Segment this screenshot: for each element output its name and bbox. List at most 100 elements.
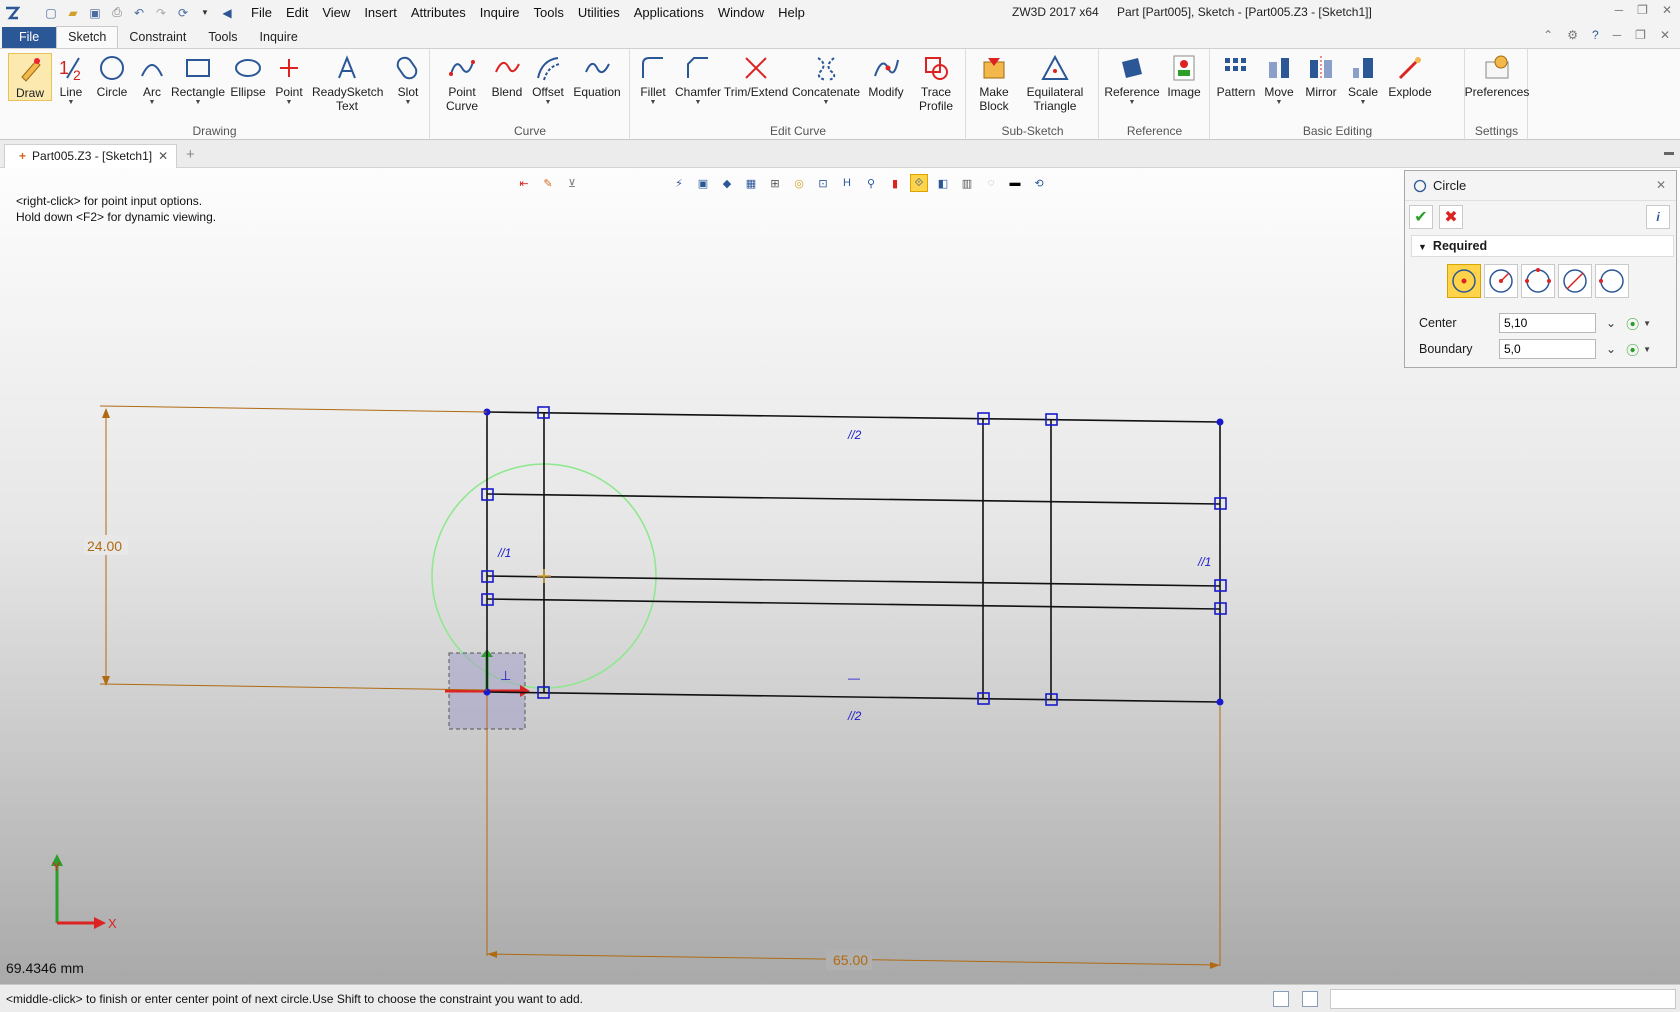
quick-access-dropdown-icon[interactable]: ▼ xyxy=(196,4,214,22)
offset-dropdown-icon[interactable]: ▼ xyxy=(545,99,552,107)
status-toggle-icon[interactable] xyxy=(1273,991,1289,1007)
reference-button[interactable]: Reference ▼ xyxy=(1104,53,1160,107)
menu-help[interactable]: Help xyxy=(771,0,812,25)
new-tab-icon[interactable]: + xyxy=(186,146,195,163)
circle-button[interactable]: Circle xyxy=(94,53,130,99)
concatenate-button[interactable]: Concatenate ▼ xyxy=(791,53,861,107)
help-icon[interactable]: ? xyxy=(1592,28,1599,42)
restore-icon[interactable]: ❐ xyxy=(1637,3,1648,17)
fillet-button[interactable]: Fillet ▼ xyxy=(635,53,671,107)
menu-applications[interactable]: Applications xyxy=(627,0,711,25)
move-button[interactable]: Move ▼ xyxy=(1261,53,1297,107)
center-dropdown-icon[interactable]: ▼ xyxy=(1643,319,1651,328)
center-point-method-icon[interactable] xyxy=(1484,264,1518,298)
scale-dropdown-icon[interactable]: ▼ xyxy=(1360,99,1367,107)
close-tab-icon[interactable]: ✕ xyxy=(158,149,168,168)
center-expand-icon[interactable]: ⌄ xyxy=(1606,316,1616,330)
move-dropdown-icon[interactable]: ▼ xyxy=(1276,99,1283,107)
equilateral-triangle-button[interactable]: Equilateral Triangle xyxy=(1025,53,1085,113)
info-button[interactable]: i xyxy=(1646,205,1670,229)
back-arrow-icon[interactable]: ◀ xyxy=(218,4,236,22)
blend-button[interactable]: Blend xyxy=(489,53,525,99)
settings-gear-icon[interactable]: ⚙ xyxy=(1567,28,1578,42)
chamfer-dropdown-icon[interactable]: ▼ xyxy=(695,99,702,107)
arc-dropdown-icon[interactable]: ▼ xyxy=(149,99,156,107)
doc-minimize-icon[interactable]: ─ xyxy=(1613,28,1622,42)
redo-icon[interactable]: ↷ xyxy=(152,4,170,22)
pattern-button[interactable]: Pattern xyxy=(1215,53,1257,99)
close-icon[interactable]: ✕ xyxy=(1662,3,1672,17)
tab-sketch[interactable]: Sketch xyxy=(56,26,119,48)
point-curve-button[interactable]: Point Curve xyxy=(441,53,483,113)
tab-inquire[interactable]: Inquire xyxy=(249,27,309,48)
reference-dropdown-icon[interactable]: ▼ xyxy=(1129,99,1136,107)
slot-dropdown-icon[interactable]: ▼ xyxy=(405,99,412,107)
make-block-button[interactable]: Make Block xyxy=(973,53,1015,113)
status-list-icon[interactable] xyxy=(1302,991,1318,1007)
mirror-button[interactable]: Mirror xyxy=(1301,53,1341,99)
ellipse-button[interactable]: Ellipse xyxy=(228,53,268,99)
rectangle-dropdown-icon[interactable]: ▼ xyxy=(195,99,202,107)
ok-button[interactable]: ✔ xyxy=(1409,205,1433,229)
modify-button[interactable]: Modify xyxy=(865,53,907,99)
menu-edit[interactable]: Edit xyxy=(279,0,315,25)
offset-button[interactable]: Offset ▼ xyxy=(529,53,567,107)
collapse-ribbon-icon[interactable]: ⌃ xyxy=(1543,28,1553,42)
menu-utilities[interactable]: Utilities xyxy=(571,0,627,25)
save-icon[interactable]: ▣ xyxy=(86,4,104,22)
arc-button[interactable]: Arc ▼ xyxy=(138,53,166,107)
menu-tools[interactable]: Tools xyxy=(527,0,571,25)
chamfer-button[interactable]: Chamfer ▼ xyxy=(673,53,723,107)
menu-view[interactable]: View xyxy=(315,0,357,25)
minimize-icon[interactable]: ─ xyxy=(1615,3,1624,17)
doc-close-icon[interactable]: ✕ xyxy=(1660,28,1670,42)
scale-button[interactable]: Scale ▼ xyxy=(1345,53,1381,107)
undo-icon[interactable]: ↶ xyxy=(130,4,148,22)
draw-button[interactable]: Draw xyxy=(8,53,52,101)
print-icon[interactable]: ⎙ xyxy=(108,4,126,22)
point-dropdown-icon[interactable]: ▼ xyxy=(286,99,293,107)
menu-attributes[interactable]: Attributes xyxy=(404,0,473,25)
trim-extend-button[interactable]: Trim/Extend xyxy=(723,53,789,99)
rectangle-button[interactable]: Rectangle ▼ xyxy=(170,53,226,107)
boundary-dropdown-icon[interactable]: ▼ xyxy=(1643,345,1651,354)
two-point-method-icon[interactable] xyxy=(1558,264,1592,298)
doc-restore-icon[interactable]: ❐ xyxy=(1635,28,1646,42)
image-button[interactable]: Image xyxy=(1164,53,1204,99)
line-button[interactable]: 12 Line ▼ xyxy=(56,53,86,107)
boundary-pick-icon[interactable]: ⦿ xyxy=(1626,340,1639,359)
concatenate-dropdown-icon[interactable]: ▼ xyxy=(823,99,830,107)
tab-file[interactable]: File xyxy=(2,27,57,48)
open-file-icon[interactable]: ▰ xyxy=(64,4,82,22)
point-button[interactable]: Point ▼ xyxy=(272,53,306,107)
slot-button[interactable]: Slot ▼ xyxy=(392,53,424,107)
explode-button[interactable]: Explode xyxy=(1387,53,1433,99)
center-input[interactable] xyxy=(1499,313,1596,333)
panel-collapse-icon[interactable]: ▬ xyxy=(1664,147,1674,158)
document-tab[interactable]: + Part005.Z3 - [Sketch1] ✕ xyxy=(4,144,178,168)
menu-insert[interactable]: Insert xyxy=(357,0,404,25)
boundary-expand-icon[interactable]: ⌄ xyxy=(1606,342,1616,356)
center-pick-icon[interactable]: ⦿ xyxy=(1626,314,1639,333)
new-file-icon[interactable]: ▢ xyxy=(42,4,60,22)
preferences-button[interactable]: Preferences xyxy=(1458,53,1536,99)
fillet-dropdown-icon[interactable]: ▼ xyxy=(650,99,657,107)
tab-constraint[interactable]: Constraint xyxy=(118,27,197,48)
dimension-vertical[interactable]: 24.00 xyxy=(87,538,122,554)
line-dropdown-icon[interactable]: ▼ xyxy=(68,99,75,107)
readysketch-text-button[interactable]: ReadySketch Text xyxy=(312,53,383,113)
trace-profile-button[interactable]: Trace Profile xyxy=(913,53,959,113)
tangent-method-icon[interactable] xyxy=(1595,264,1629,298)
boundary-input[interactable] xyxy=(1499,339,1596,359)
center-radius-method-icon[interactable] xyxy=(1447,264,1481,298)
required-section-header[interactable]: ▼ Required xyxy=(1411,235,1674,257)
tab-tools[interactable]: Tools xyxy=(197,27,248,48)
command-input-field[interactable] xyxy=(1330,989,1676,1009)
three-point-method-icon[interactable] xyxy=(1521,264,1555,298)
cancel-button[interactable]: ✖ xyxy=(1439,205,1463,229)
menu-window[interactable]: Window xyxy=(711,0,771,25)
dimension-horizontal[interactable]: 65.00 xyxy=(833,952,868,968)
rebuild-icon[interactable]: ⟳ xyxy=(174,4,192,22)
equation-button[interactable]: Equation xyxy=(571,53,623,99)
menu-file[interactable]: File xyxy=(244,0,279,25)
